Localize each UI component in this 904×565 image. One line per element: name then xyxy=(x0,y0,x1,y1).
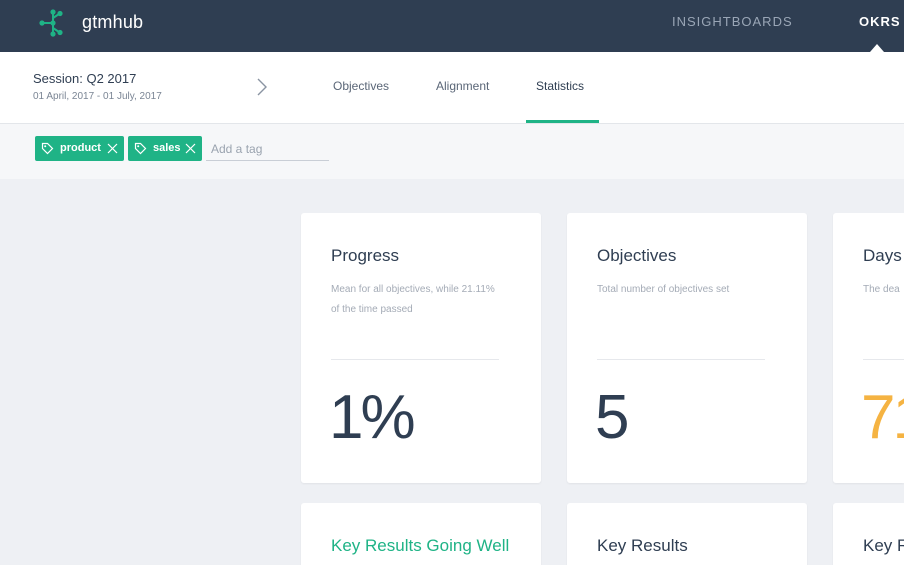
close-icon[interactable] xyxy=(107,143,118,154)
tag-sales[interactable]: sales xyxy=(128,136,202,161)
card-description: Mean for all objectives, while 21.11% of… xyxy=(331,284,495,315)
tag-filter-bar: product sales xyxy=(0,124,904,179)
card-divider xyxy=(597,359,765,360)
tag-product[interactable]: product xyxy=(35,136,124,161)
add-tag-input[interactable] xyxy=(206,137,329,161)
active-tab-indicator xyxy=(526,120,599,123)
card-divider xyxy=(863,359,904,360)
card-description: Total number of objectives set xyxy=(597,284,730,295)
card-value: 1% xyxy=(329,383,416,452)
key-results-going-well-card: Key Results Going Well xyxy=(301,503,541,565)
card-description: The dea xyxy=(863,284,900,295)
tag-label: product xyxy=(60,142,101,154)
tab-statistics[interactable]: Statistics xyxy=(536,79,584,93)
brand-name[interactable]: gtmhub xyxy=(82,11,143,33)
card-value: 71 xyxy=(861,383,904,452)
key-results-card-partial: Key R xyxy=(833,503,904,565)
tab-objectives[interactable]: Objectives xyxy=(333,79,389,93)
card-title: Objectives xyxy=(597,246,677,265)
card-title: Key R xyxy=(863,536,904,555)
session-title[interactable]: Session: Q2 2017 xyxy=(33,71,136,87)
card-title: Key Results xyxy=(597,536,688,555)
top-navigation-bar: gtmhub INSIGHTBOARDS OKRS xyxy=(0,0,904,52)
days-card: Days The dea 71 xyxy=(833,213,904,483)
nav-okrs[interactable]: OKRS xyxy=(859,14,901,30)
key-results-card: Key Results xyxy=(567,503,807,565)
card-title: Key Results Going Well xyxy=(331,536,510,555)
session-dates: 01 April, 2017 - 01 July, 2017 xyxy=(33,91,162,102)
nav-insightboards[interactable]: INSIGHTBOARDS xyxy=(672,14,793,30)
session-tabs-bar: Session: Q2 2017 01 April, 2017 - 01 Jul… xyxy=(0,52,904,124)
progress-card: Progress Mean for all objectives, while … xyxy=(301,213,541,483)
close-icon[interactable] xyxy=(185,143,196,154)
tab-alignment[interactable]: Alignment xyxy=(436,79,489,93)
card-title: Days xyxy=(863,246,902,265)
tag-icon xyxy=(134,142,147,155)
tag-icon xyxy=(41,142,54,155)
card-divider xyxy=(331,359,499,360)
gtmhub-logo-icon[interactable] xyxy=(38,8,68,38)
chevron-right-icon[interactable] xyxy=(254,77,270,97)
card-value: 5 xyxy=(595,383,630,452)
active-nav-caret xyxy=(870,44,884,52)
tag-label: sales xyxy=(153,142,181,154)
objectives-card: Objectives Total number of objectives se… xyxy=(567,213,807,483)
card-title: Progress xyxy=(331,246,400,265)
